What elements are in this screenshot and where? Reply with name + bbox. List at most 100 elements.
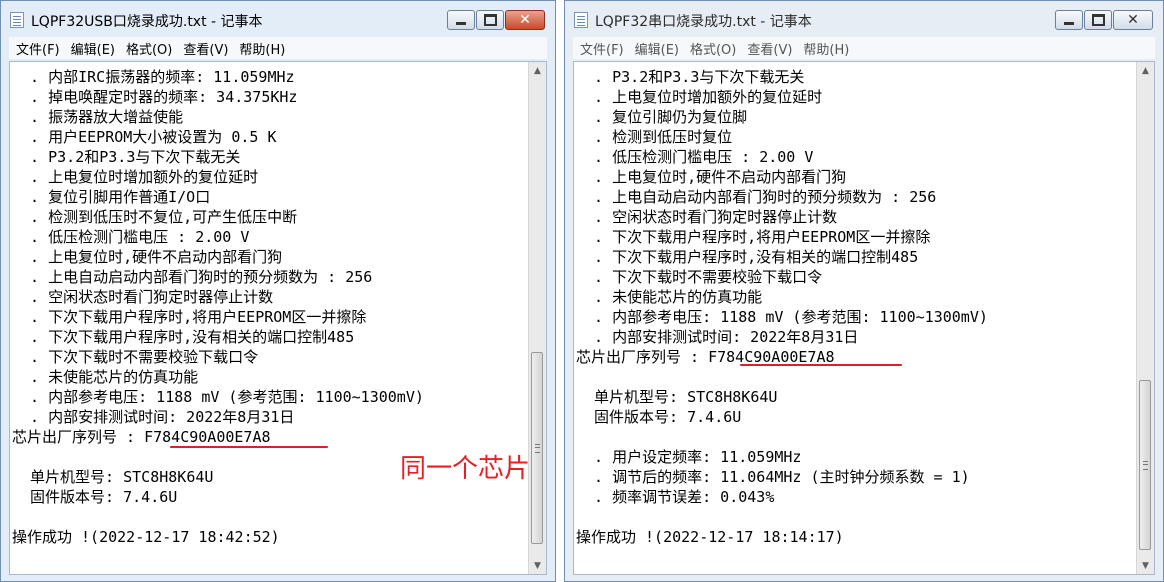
text-line <box>576 507 988 527</box>
text-line: . 未使能芯片的仿真功能 <box>12 368 199 386</box>
text-line: . 频率调节误差: 0.043% <box>576 488 775 506</box>
scroll-up-button[interactable]: ▲ <box>529 62 546 79</box>
text-line: 单片机型号: STC8H8K64U <box>576 388 778 406</box>
text-line <box>576 367 988 387</box>
text-line: . 下次下载用户程序时,将用户EEPROM区一并擦除 <box>12 308 367 326</box>
text-line: . 上电复位时,硬件不启动内部看门狗 <box>12 248 283 266</box>
text-line: . 检测到低压时复位 <box>576 128 733 146</box>
window-controls: ✕ <box>1054 10 1153 30</box>
scroll-up-arrow-icon: ▲ <box>1142 65 1149 76</box>
text-line: . 下次下载用户程序时,将用户EEPROM区一并擦除 <box>576 228 931 246</box>
close-button[interactable]: ✕ <box>1113 10 1153 30</box>
notepad-icon <box>10 12 24 28</box>
menu-bar: 文件(F) 编辑(E) 格式(O) 查看(V) 帮助(H) <box>9 37 547 59</box>
text-line: . 复位引脚仍为复位脚 <box>576 108 748 126</box>
menu-edit[interactable]: 编辑(E) <box>635 39 679 58</box>
serial-number-underline-left <box>170 446 328 448</box>
minimize-icon <box>1064 22 1074 25</box>
maximize-button[interactable] <box>1084 10 1112 30</box>
scroll-down-button[interactable]: ▼ <box>529 557 546 574</box>
vertical-scrollbar[interactable]: ▲ ▼ <box>1136 62 1154 574</box>
document-text: . 内部IRC振荡器的频率: 11.059MHz . 掉电唤醒定时器的频率: 3… <box>12 67 424 547</box>
text-line: . 低压检测门槛电压 : 2.00 V <box>576 148 814 166</box>
menu-bar: 文件(F) 编辑(E) 格式(O) 查看(V) 帮助(H) <box>573 37 1155 59</box>
scroll-up-arrow-icon: ▲ <box>534 65 541 76</box>
scroll-thumb[interactable] <box>531 352 543 544</box>
window-title: LQPF32串口烧录成功.txt - 记事本 <box>595 14 812 30</box>
window-title: LQPF32USB口烧录成功.txt - 记事本 <box>31 14 263 30</box>
text-line: . 内部安排测试时间: 2022年8月31日 <box>12 408 295 426</box>
text-line: . 检测到低压时不复位,可产生低压中断 <box>12 208 298 226</box>
menu-format[interactable]: 格式(O) <box>126 39 172 58</box>
text-line: . 上电复位时增加额外的复位延时 <box>12 168 259 186</box>
text-line: . 内部参考电压: 1188 mV (参考范围: 1100~1300mV) <box>576 308 988 326</box>
text-line: . 上电复位时,硬件不启动内部看门狗 <box>576 168 847 186</box>
menu-view[interactable]: 查看(V) <box>747 39 792 58</box>
scroll-up-button[interactable]: ▲ <box>1137 62 1154 79</box>
close-icon: ✕ <box>1127 12 1139 28</box>
scroll-down-button[interactable]: ▼ <box>1137 557 1154 574</box>
scroll-down-arrow-icon: ▼ <box>534 560 541 571</box>
menu-file[interactable]: 文件(F) <box>580 39 624 58</box>
text-line: . 内部参考电压: 1188 mV (参考范围: 1100~1300mV) <box>12 388 424 406</box>
minimize-button[interactable] <box>1055 10 1083 30</box>
text-editor[interactable]: . P3.2和P3.3与下次下载无关 . 上电复位时增加额外的复位延时 . 复位… <box>573 61 1155 575</box>
text-line <box>12 447 424 467</box>
minimize-icon <box>456 22 466 25</box>
serial-number-underline-right <box>740 364 902 366</box>
grip-icon <box>1143 461 1148 470</box>
text-line: . 用户设定频率: 11.059MHz <box>576 448 802 466</box>
text-line: . 上电自动启动内部看门狗时的预分频数为 : 256 <box>576 188 937 206</box>
menu-help[interactable]: 帮助(H) <box>239 39 285 58</box>
maximize-icon <box>1091 14 1105 26</box>
text-line: . 下次下载时不需要校验下载口令 <box>576 268 823 286</box>
text-line: . 空闲状态时看门狗定时器停止计数 <box>12 288 274 306</box>
text-line <box>576 427 988 447</box>
text-line: . 上电自动启动内部看门狗时的预分频数为 : 256 <box>12 268 373 286</box>
text-line: 操作成功 !(2022-12-17 18:14:17) <box>576 528 844 546</box>
text-line: . 复位引脚用作普通I/O口 <box>12 188 211 206</box>
vertical-scrollbar[interactable]: ▲ ▼ <box>528 62 546 574</box>
text-line: . 用户EEPROM大小被设置为 0.5 K <box>12 128 277 146</box>
text-line: 单片机型号: STC8H8K64U <box>12 468 214 486</box>
text-line: . 空闲状态时看门狗定时器停止计数 <box>576 208 838 226</box>
same-chip-annotation: 同一个芯片 <box>400 454 531 484</box>
text-line: . 未使能芯片的仿真功能 <box>576 288 763 306</box>
scroll-down-arrow-icon: ▼ <box>1142 560 1149 571</box>
close-icon: ✕ <box>519 12 531 28</box>
document-text: . P3.2和P3.3与下次下载无关 . 上电复位时增加额外的复位延时 . 复位… <box>576 67 988 547</box>
menu-edit[interactable]: 编辑(E) <box>71 39 115 58</box>
menu-format[interactable]: 格式(O) <box>690 39 736 58</box>
menu-help[interactable]: 帮助(H) <box>803 39 849 58</box>
minimize-button[interactable] <box>447 10 475 30</box>
window-controls: ✕ <box>446 10 545 30</box>
close-button[interactable]: ✕ <box>505 10 545 30</box>
text-line: . P3.2和P3.3与下次下载无关 <box>12 148 241 166</box>
text-line: 芯片出厂序列号 : F784C90A00E7A8 <box>12 428 271 446</box>
scroll-thumb[interactable] <box>1139 380 1151 550</box>
title-bar[interactable]: LQPF32串口烧录成功.txt - 记事本 ✕ <box>565 1 1163 35</box>
maximize-button[interactable] <box>476 10 504 30</box>
text-line: . 调节后的频率: 11.064MHz (主时钟分频系数 = 1) <box>576 468 970 486</box>
text-line: . 下次下载用户程序时,没有相关的端口控制485 <box>12 328 355 346</box>
text-line: . 下次下载用户程序时,没有相关的端口控制485 <box>576 248 919 266</box>
notepad-window-serial: LQPF32串口烧录成功.txt - 记事本 ✕ 文件(F) 编辑(E) 格式(… <box>564 0 1164 582</box>
notepad-icon <box>574 12 588 28</box>
grip-icon <box>535 444 540 453</box>
text-line: 固件版本号: 7.4.6U <box>12 488 178 506</box>
text-line: . 低压检测门槛电压 : 2.00 V <box>12 228 250 246</box>
text-editor[interactable]: . 内部IRC振荡器的频率: 11.059MHz . 掉电唤醒定时器的频率: 3… <box>9 61 547 575</box>
text-line: 操作成功 !(2022-12-17 18:42:52) <box>12 528 280 546</box>
text-line: . 下次下载时不需要校验下载口令 <box>12 348 259 366</box>
text-line: . 内部IRC振荡器的频率: 11.059MHz <box>12 68 295 86</box>
text-line: . 上电复位时增加额外的复位延时 <box>576 88 823 106</box>
menu-view[interactable]: 查看(V) <box>183 39 228 58</box>
text-line <box>12 507 424 527</box>
notepad-window-usb: LQPF32USB口烧录成功.txt - 记事本 ✕ 文件(F) 编辑(E) 格… <box>0 0 556 582</box>
text-line: 固件版本号: 7.4.6U <box>576 408 742 426</box>
title-bar[interactable]: LQPF32USB口烧录成功.txt - 记事本 ✕ <box>1 1 555 35</box>
text-line: . 掉电唤醒定时器的频率: 34.375KHz <box>12 88 298 106</box>
text-line: . P3.2和P3.3与下次下载无关 <box>576 68 805 86</box>
text-line: . 振荡器放大增益使能 <box>12 108 184 126</box>
menu-file[interactable]: 文件(F) <box>16 39 60 58</box>
